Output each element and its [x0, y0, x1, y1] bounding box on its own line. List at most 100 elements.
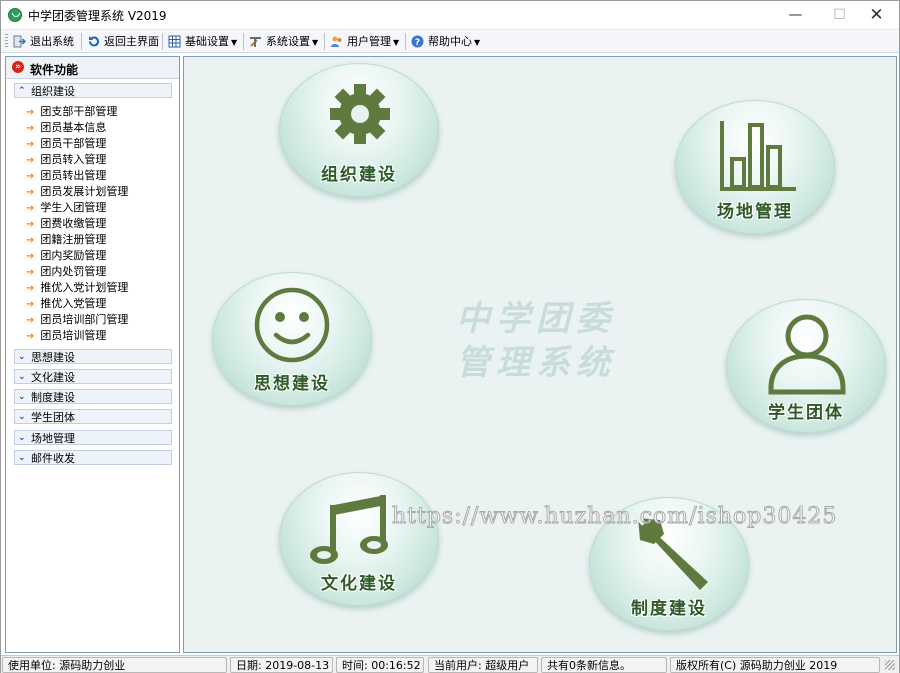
watermark-line: 中学团委 [456, 299, 616, 339]
menu-item[interactable]: ➔ 推优入党管理 [26, 296, 106, 312]
org-building-label: 组织建设 [321, 165, 397, 185]
user-management-menu[interactable]: 用户管理 ▼ [328, 32, 399, 51]
chevron-up-icon: ⌃ [18, 86, 26, 96]
exit-icon [13, 35, 26, 48]
menu-item-label: 团内处罚管理 [40, 265, 107, 278]
toolbar-grip [5, 34, 8, 49]
group-label: 制度建设 [31, 391, 75, 404]
student-groups-button[interactable]: 学生团体 [726, 299, 886, 433]
chevron-down-icon: ⌄ [18, 453, 26, 463]
group-mail[interactable]: ⌄ 邮件收发 [14, 450, 172, 465]
basic-settings-menu[interactable]: 基础设置 ▼ [166, 32, 237, 51]
menu-item-label: 团员培训管理 [40, 329, 107, 342]
group-system-building[interactable]: ⌄ 制度建设 [14, 389, 172, 404]
menu-item[interactable]: ➔ 团内处罚管理 [26, 264, 106, 280]
home-label: 返回主界面 [104, 35, 159, 48]
group-label: 场地管理 [31, 432, 75, 445]
help-center-menu[interactable]: ? 帮助中心 ▼ [409, 32, 480, 51]
user-management-label: 用户管理 [347, 35, 391, 48]
group-student-groups[interactable]: ⌄ 学生团体 [14, 409, 172, 424]
status-date: 日期: 2019-08-13 [230, 657, 333, 673]
main-dashboard: 中学团委 管理系统 组织建设 场地管理 思想建设 学生团体 文化建设 制度建设 … [183, 56, 897, 653]
minimize-button[interactable]: — [773, 1, 818, 29]
menu-item[interactable]: ➔ 学生入团管理 [26, 200, 106, 216]
menu-item[interactable]: ➔ 团员干部管理 [26, 136, 106, 152]
exit-system-button[interactable]: 退出系统 [11, 32, 74, 51]
status-time: 时间: 00:16:52 [336, 657, 424, 673]
group-culture-building[interactable]: ⌄ 文化建设 [14, 369, 172, 384]
system-building-label: 制度建设 [631, 599, 707, 619]
arrow-right-icon: ➔ [26, 187, 35, 198]
menu-item-label: 团员转入管理 [40, 153, 107, 166]
menu-item[interactable]: ➔ 推优入党计划管理 [26, 280, 128, 296]
student-groups-label: 学生团体 [768, 403, 844, 423]
chevron-down-icon: ▼ [393, 38, 400, 47]
group-thought-building[interactable]: ⌄ 思想建设 [14, 349, 172, 364]
group-label: 组织建设 [31, 85, 75, 98]
menu-item[interactable]: ➔ 团员基本信息 [26, 120, 106, 136]
collapse-circle-icon[interactable]: » [12, 61, 24, 73]
toolbar: 退出系统 返回主界面 基础设置 ▼ 系统设置 ▼ 用户管理 ▼ ? 帮助中心 ▼ [1, 29, 899, 53]
url-watermark: https://www.huzhan.com/ishop30425 [391, 504, 838, 530]
chevron-down-icon: ▼ [312, 38, 319, 47]
menu-item-label: 团员培训部门管理 [40, 313, 129, 326]
menu-item[interactable]: ➔ 团员培训部门管理 [26, 312, 128, 328]
users-icon [331, 36, 342, 47]
thought-building-button[interactable]: 思想建设 [212, 272, 372, 406]
menu-item-label: 团支部干部管理 [40, 105, 118, 118]
toolbar-divider [324, 33, 325, 50]
status-messages: 共有0条新信息。 [541, 657, 667, 673]
smile-face-icon [254, 287, 330, 363]
menu-item[interactable]: ➔ 团内奖励管理 [26, 248, 106, 264]
status-bar: 使用单位: 源码助力创业 日期: 2019-08-13 时间: 00:16:52… [1, 655, 899, 673]
menu-item-label: 推优入党管理 [40, 297, 107, 310]
chevron-down-icon: ⌄ [18, 433, 26, 443]
resize-grip-icon[interactable] [885, 660, 895, 670]
toolbar-divider [405, 33, 406, 50]
menu-item[interactable]: ➔ 团员发展计划管理 [26, 184, 128, 200]
system-name-watermark: 中学团委 管理系统 [456, 297, 616, 385]
menu-item-label: 团籍注册管理 [40, 233, 107, 246]
arrow-right-icon: ➔ [26, 203, 35, 214]
help-icon: ? [411, 35, 424, 48]
toolbar-divider [162, 33, 163, 50]
chevron-down-icon: ▼ [231, 38, 238, 47]
menu-item[interactable]: ➔ 团支部干部管理 [26, 104, 117, 120]
culture-building-label: 文化建设 [321, 574, 397, 594]
group-venue-management[interactable]: ⌄ 场地管理 [14, 430, 172, 445]
org-building-button[interactable]: 组织建设 [279, 63, 439, 197]
bar-chart-icon [720, 121, 796, 191]
app-logo-icon [8, 8, 22, 22]
arrow-right-icon: ➔ [26, 123, 35, 134]
gear-icon [330, 84, 390, 144]
basic-settings-label: 基础设置 [185, 35, 229, 48]
person-icon [768, 314, 846, 395]
group-org-building[interactable]: ⌃ 组织建设 [14, 83, 172, 98]
window-title: 中学团委管理系统 V2019 [28, 9, 167, 23]
menu-item[interactable]: ➔ 团员转出管理 [26, 168, 106, 184]
arrow-right-icon: ➔ [26, 107, 35, 118]
arrow-right-icon: ➔ [26, 155, 35, 166]
arrow-right-icon: ➔ [26, 139, 35, 150]
menu-item[interactable]: ➔ 团籍注册管理 [26, 232, 106, 248]
menu-item-label: 团员基本信息 [40, 121, 107, 134]
chevron-down-icon: ⌄ [18, 372, 26, 382]
system-settings-menu[interactable]: 系统设置 ▼ [247, 32, 318, 51]
menu-item[interactable]: ➔ 团费收缴管理 [26, 216, 106, 232]
chevron-down-icon: ⌄ [18, 352, 26, 362]
menu-item-label: 团费收缴管理 [40, 217, 107, 230]
menu-item[interactable]: ➔ 团员培训管理 [26, 328, 106, 344]
group-label: 邮件收发 [31, 452, 75, 465]
sidebar-header: » 软件功能 [6, 57, 179, 79]
toolbar-divider [243, 33, 244, 50]
menu-item[interactable]: ➔ 团员转入管理 [26, 152, 106, 168]
return-home-button[interactable]: 返回主界面 [85, 32, 159, 51]
close-button[interactable]: ✕ [854, 1, 899, 29]
arrow-right-icon: ➔ [26, 219, 35, 230]
menu-item-label: 团员转出管理 [40, 169, 107, 182]
venue-management-button[interactable]: 场地管理 [675, 100, 835, 234]
arrow-right-icon: ➔ [26, 315, 35, 326]
chevron-down-icon: ▼ [474, 38, 481, 47]
culture-building-button[interactable]: 文化建设 [279, 472, 439, 606]
group-label: 学生团体 [31, 411, 75, 424]
